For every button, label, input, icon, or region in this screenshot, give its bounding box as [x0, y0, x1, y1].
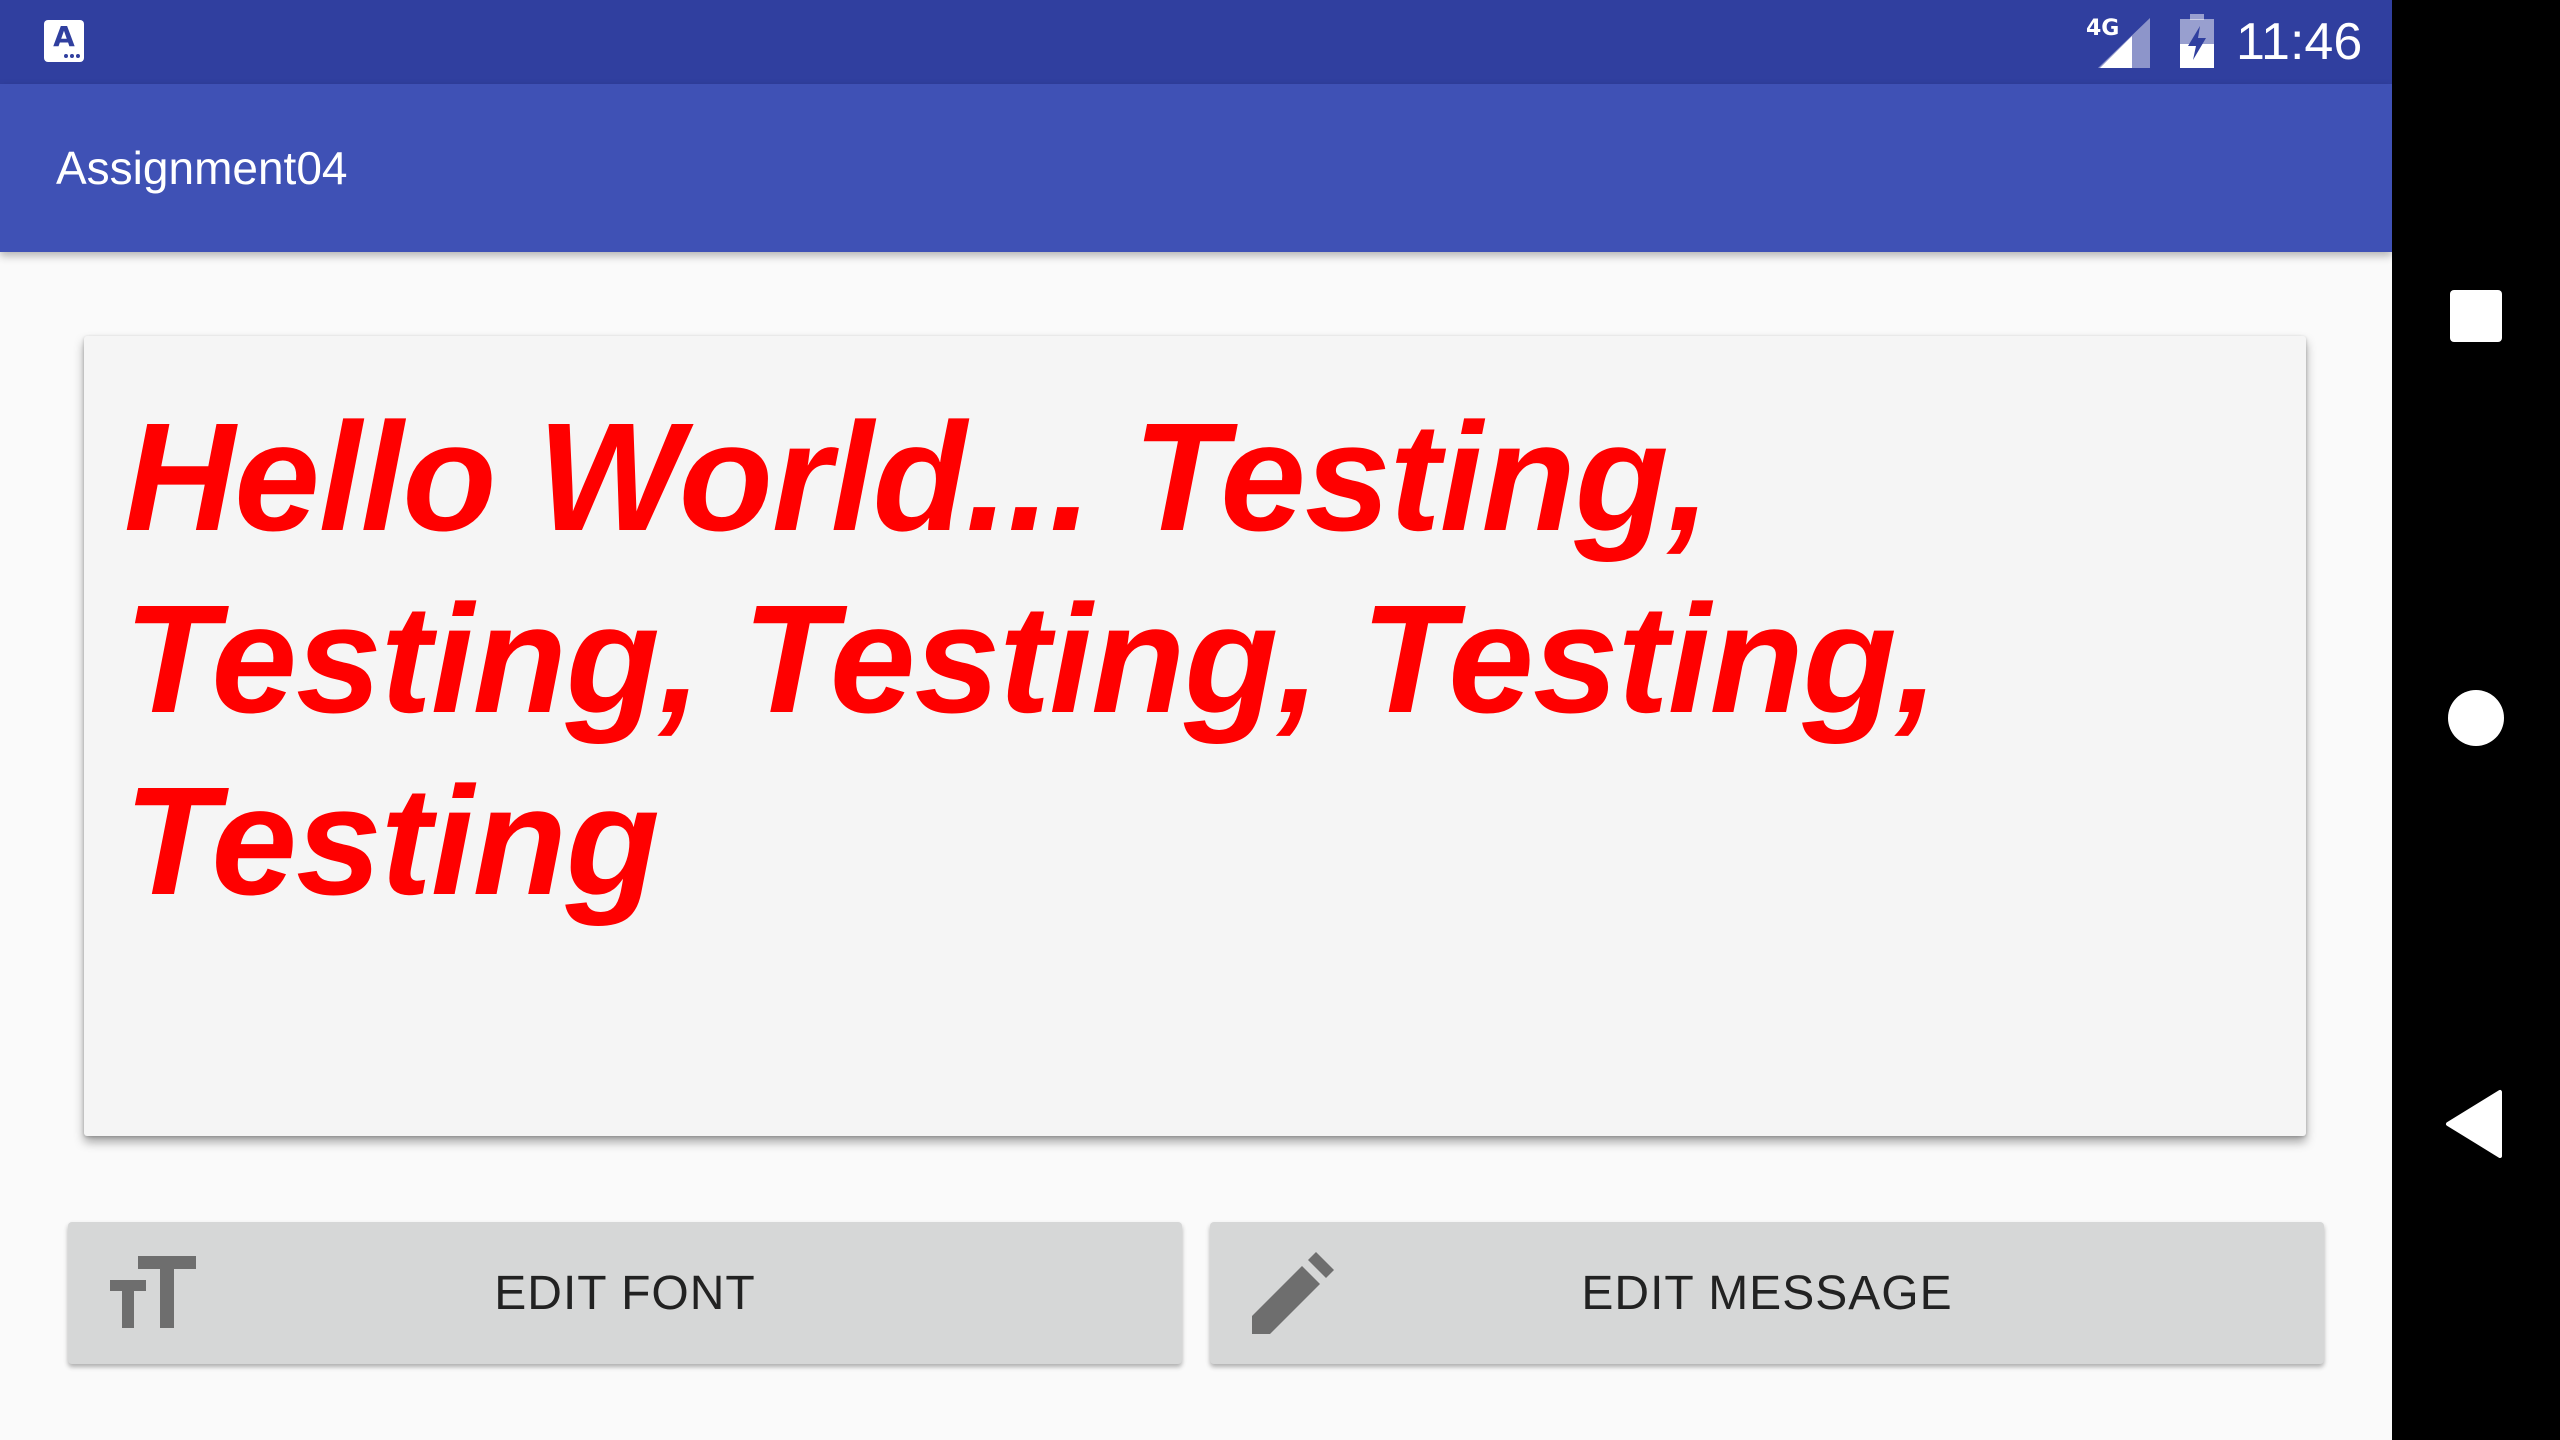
triangle-back-icon	[2446, 1090, 2502, 1158]
circle-icon	[2448, 690, 2504, 746]
battery-charging-icon	[2180, 14, 2214, 68]
app-toolbar: Assignment04	[0, 84, 2392, 252]
status-time: 11:46	[2236, 13, 2363, 71]
square-icon	[2450, 290, 2502, 342]
edit-message-button[interactable]: EDIT MESSAGE	[1210, 1222, 2324, 1364]
edit-font-label: EDIT FONT	[494, 1267, 756, 1320]
recents-button[interactable]	[2426, 266, 2526, 366]
app-title: Assignment04	[56, 142, 348, 194]
status-bar: A 4G 11:46	[0, 0, 2392, 84]
navigation-bar	[2392, 0, 2560, 1440]
signal-icon	[2098, 18, 2150, 68]
edit-font-button[interactable]: EDIT FONT	[68, 1222, 1182, 1364]
app-notification-icon: A	[44, 20, 84, 62]
back-button[interactable]	[2426, 1074, 2526, 1174]
app-screen: A 4G 11:46 Assignment04 Hello World... T…	[0, 0, 2392, 1440]
app-icon-letter: A	[53, 20, 75, 53]
message-text: Hello World... Testing, Testing, Testing…	[124, 391, 1939, 927]
home-button[interactable]	[2426, 668, 2526, 768]
edit-message-label: EDIT MESSAGE	[1581, 1267, 1953, 1320]
message-card: Hello World... Testing, Testing, Testing…	[84, 336, 2306, 1136]
